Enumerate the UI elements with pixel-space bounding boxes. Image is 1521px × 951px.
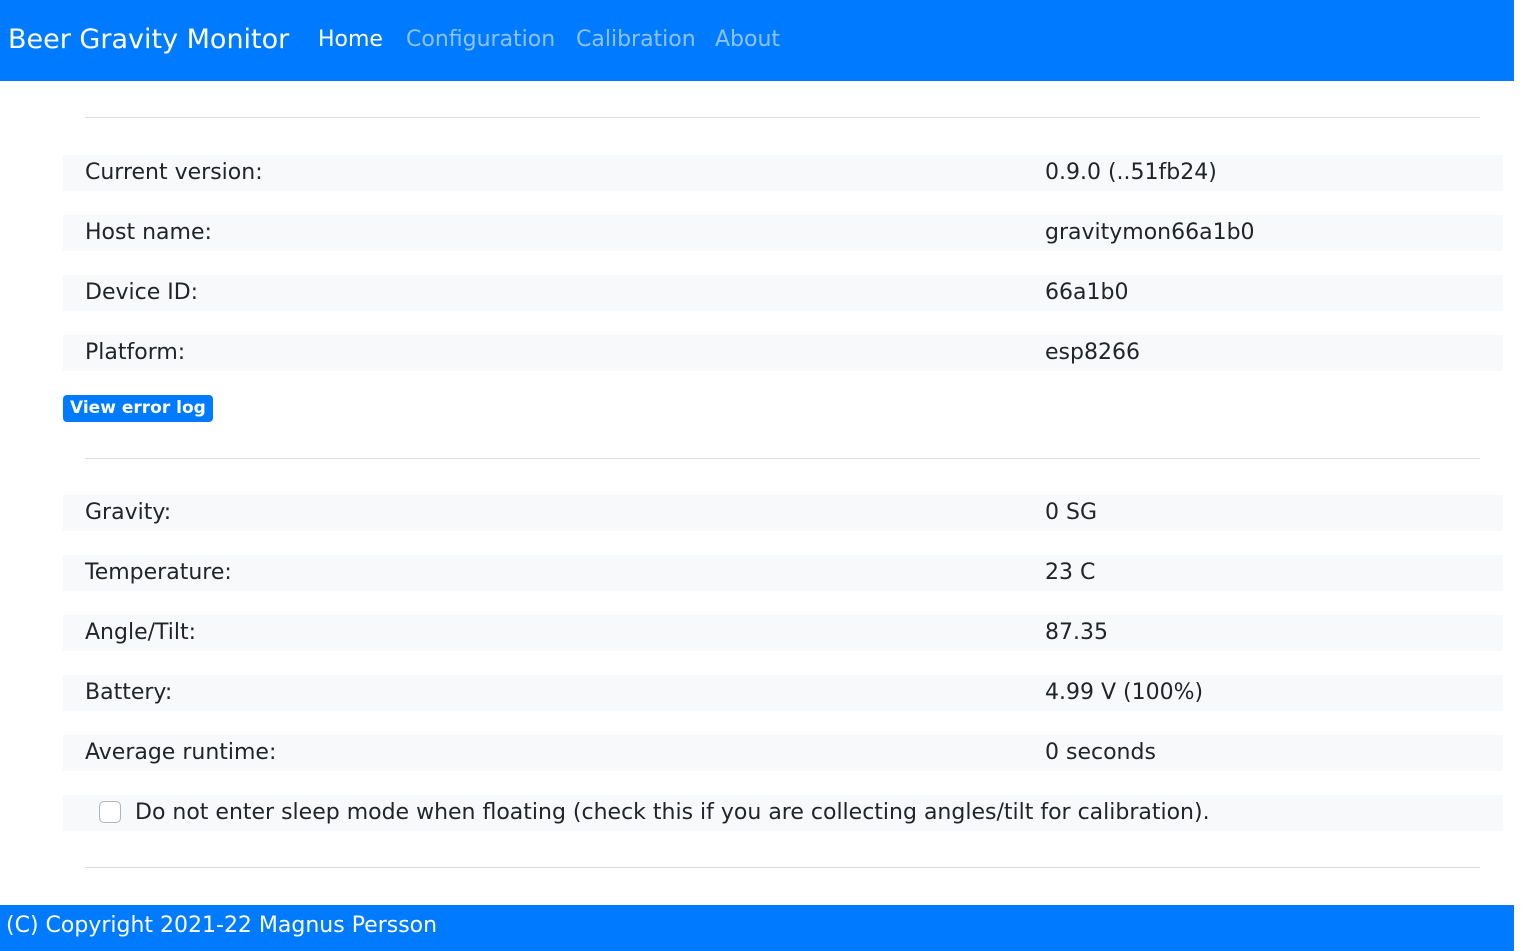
nav-link-configuration[interactable]: Configuration: [406, 25, 555, 55]
info-label: Current version:: [85, 160, 263, 185]
brand-title[interactable]: Beer Gravity Monitor: [8, 22, 289, 58]
measurement-row-temperature: Temperature: 23 C: [63, 555, 1503, 591]
sleep-mode-row: Do not enter sleep mode when floating (c…: [63, 795, 1503, 831]
divider: [85, 117, 1480, 118]
measurement-label: Temperature:: [85, 560, 232, 585]
sleep-mode-label[interactable]: Do not enter sleep mode when floating (c…: [135, 798, 1210, 828]
measurement-value: 23 C: [1045, 560, 1096, 585]
nav-link-about[interactable]: About: [715, 25, 780, 55]
info-value: gravitymon66a1b0: [1045, 220, 1255, 245]
measurement-label: Average runtime:: [85, 740, 277, 765]
measurement-label: Battery:: [85, 680, 173, 705]
divider: [85, 458, 1480, 459]
footer: (C) Copyright 2021-22 Magnus Persson: [0, 905, 1514, 951]
view-error-log-button[interactable]: View error log: [63, 395, 213, 422]
measurement-value: 0 SG: [1045, 500, 1098, 525]
info-value: 0.9.0 (..51fb24): [1045, 160, 1217, 185]
info-label: Host name:: [85, 220, 212, 245]
measurement-row-gravity: Gravity: 0 SG: [63, 495, 1503, 531]
measurement-value: 4.99 V (100%): [1045, 680, 1204, 705]
copyright-text: (C) Copyright 2021-22 Magnus Persson: [6, 913, 438, 938]
info-label: Device ID:: [85, 280, 199, 305]
info-value: esp8266: [1045, 340, 1140, 365]
nav-link-home[interactable]: Home: [318, 25, 383, 55]
info-value: 66a1b0: [1045, 280, 1129, 305]
measurement-value: 87.35: [1045, 620, 1108, 645]
info-row-hostname: Host name: gravitymon66a1b0: [63, 215, 1503, 251]
sleep-mode-checkbox[interactable]: [99, 801, 121, 823]
divider: [85, 867, 1480, 868]
measurement-label: Gravity:: [85, 500, 172, 525]
info-row-platform: Platform: esp8266: [63, 335, 1503, 371]
nav-link-calibration[interactable]: Calibration: [576, 25, 696, 55]
info-row-device-id: Device ID: 66a1b0: [63, 275, 1503, 311]
measurement-row-battery: Battery: 4.99 V (100%): [63, 675, 1503, 711]
measurement-row-angle: Angle/Tilt: 87.35: [63, 615, 1503, 651]
measurement-label: Angle/Tilt:: [85, 620, 197, 645]
info-row-version: Current version: 0.9.0 (..51fb24): [63, 155, 1503, 191]
measurement-row-runtime: Average runtime: 0 seconds: [63, 735, 1503, 771]
info-label: Platform:: [85, 340, 186, 365]
measurement-value: 0 seconds: [1045, 740, 1156, 765]
navbar: Beer Gravity Monitor Home Configuration …: [0, 0, 1514, 81]
